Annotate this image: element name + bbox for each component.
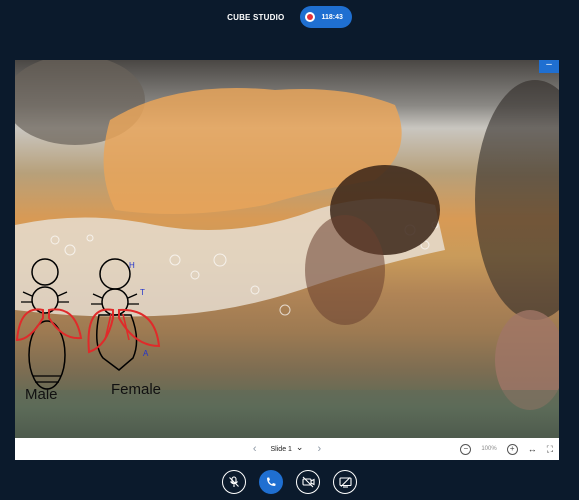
slide-selector[interactable]: Slide 1 ⌄ (270, 441, 304, 455)
mute-microphone-button[interactable] (222, 470, 246, 494)
recording-indicator[interactable]: 118:43 (300, 6, 352, 28)
video-off-icon (301, 476, 315, 488)
female-caption: Female (111, 381, 162, 398)
slide-photo (15, 60, 559, 438)
screenshare-off-icon (338, 477, 352, 488)
zoom-level: 100% (481, 446, 497, 452)
minimize-presentation-button[interactable]: – (539, 60, 559, 73)
male-caption: Male (25, 386, 58, 403)
leave-audio-button[interactable] (259, 470, 283, 494)
slide-toolbar: ‹ Slide 1 ⌄ › − 100% + ↔ ⛶ (15, 438, 559, 460)
room-title: CUBE STUDIO (227, 12, 285, 22)
microphone-muted-icon (229, 476, 239, 487)
thorax-label: T (140, 288, 145, 297)
chevron-down-icon: ⌄ (295, 441, 304, 452)
media-controls (0, 470, 579, 498)
share-screen-button[interactable] (333, 470, 357, 494)
top-bar: CUBE STUDIO 118:43 (0, 0, 579, 34)
slide-label: Slide 1 (270, 445, 292, 453)
zoom-out-button[interactable]: − (460, 443, 472, 455)
previous-slide-button[interactable]: ‹ (253, 443, 257, 455)
fullscreen-button[interactable]: ⛶ (547, 444, 553, 455)
share-webcam-button[interactable] (296, 470, 320, 494)
fit-width-button[interactable]: ↔ (528, 444, 537, 454)
head-label: H (129, 261, 135, 270)
recording-time: 118:43 (321, 13, 343, 21)
zoom-in-button[interactable]: + (506, 443, 518, 455)
phone-icon (267, 477, 276, 486)
record-icon (305, 12, 316, 22)
next-slide-button[interactable]: › (317, 443, 321, 455)
presentation-area: H T A Male Female – (15, 60, 559, 438)
abdomen-label: A (143, 349, 149, 358)
